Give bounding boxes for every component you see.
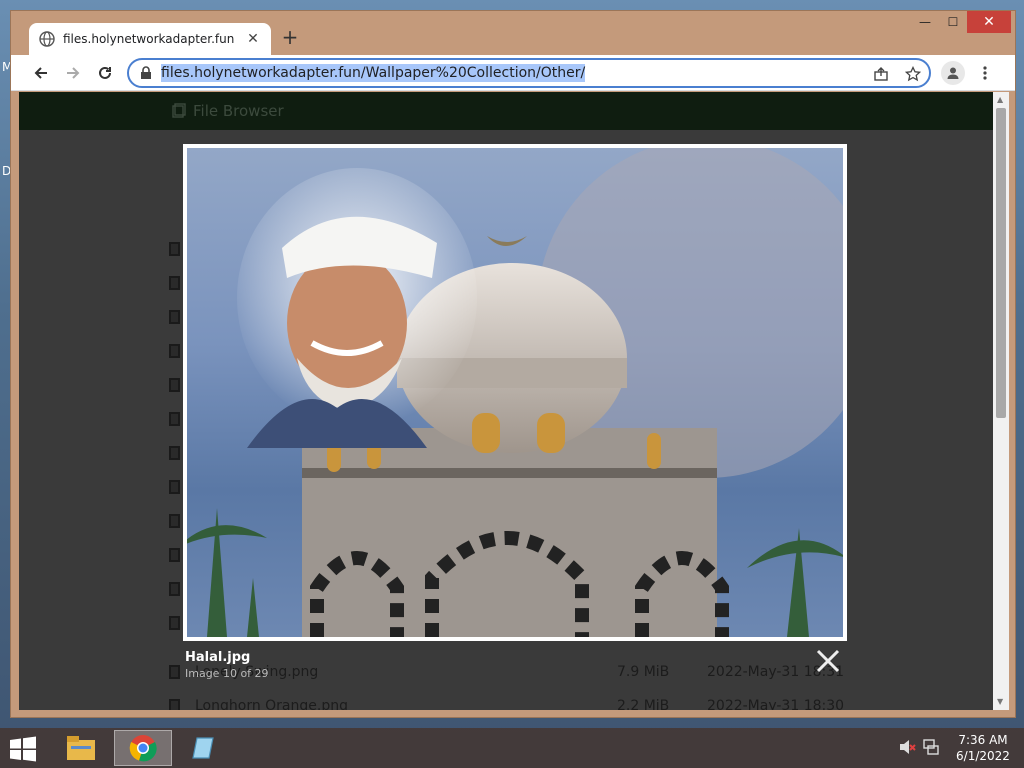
vertical-scrollbar[interactable]: ▲ ▼	[993, 92, 1009, 710]
browser-window: files.holynetworkadapter.fun ✕ + — ☐ ✕ f…	[10, 10, 1016, 718]
new-tab-button[interactable]: +	[277, 25, 303, 51]
forward-button[interactable]	[61, 61, 85, 85]
close-icon[interactable]	[815, 648, 841, 674]
app-header: File Browser	[19, 92, 993, 130]
globe-icon	[39, 31, 55, 47]
file-icon	[169, 480, 180, 494]
file-size: 7.9 MiB	[617, 664, 670, 680]
star-icon[interactable]	[903, 64, 923, 84]
taskbar-chrome[interactable]	[114, 730, 172, 766]
scroll-down-icon[interactable]: ▼	[997, 698, 1005, 706]
minimize-button[interactable]: —	[911, 11, 939, 33]
arrow-right-icon	[67, 67, 80, 79]
tab-close-icon[interactable]: ✕	[245, 31, 261, 47]
file-size: 2.2 MiB	[617, 698, 670, 710]
taskbar: 7:36 AM 6/1/2022	[0, 728, 1024, 768]
file-row[interactable]: Longhorn Orange.png 2.2 MiB 2022-May-31 …	[169, 696, 869, 710]
reload-icon	[99, 66, 111, 79]
back-button[interactable]	[29, 61, 53, 85]
file-icon	[169, 446, 180, 460]
menu-button[interactable]	[973, 61, 997, 85]
network-icon[interactable]	[922, 738, 940, 756]
folder-icon	[67, 736, 95, 760]
file-icon	[169, 310, 180, 324]
share-icon[interactable]	[871, 64, 891, 84]
lightbox-image-frame	[183, 144, 847, 641]
volume-muted-icon[interactable]	[898, 738, 916, 756]
scrollbar-thumb[interactable]	[996, 108, 1006, 418]
taskbar-file-explorer[interactable]	[52, 730, 110, 766]
system-clock[interactable]: 7:36 AM 6/1/2022	[948, 732, 1018, 764]
file-date: 2022-May-31 18:30	[707, 698, 845, 710]
lock-icon	[141, 66, 151, 79]
scroll-up-icon[interactable]: ▲	[997, 96, 1005, 104]
image-title: Halal.jpg	[185, 650, 251, 665]
file-icon	[169, 582, 180, 596]
clock-date: 6/1/2022	[956, 749, 1010, 763]
image-file-icon	[169, 665, 180, 679]
reload-button[interactable]	[93, 61, 117, 85]
file-name: Longhorn Orange.png	[195, 698, 348, 710]
file-browser-icon	[172, 103, 186, 118]
app-title: File Browser	[193, 102, 284, 120]
file-icon	[169, 548, 180, 562]
lightbox-image[interactable]	[187, 148, 843, 637]
wallpaper-illustration	[187, 148, 843, 637]
image-file-icon	[169, 699, 180, 710]
image-counter: Image 10 of 29	[185, 667, 269, 680]
file-icon	[169, 242, 180, 256]
kebab-menu-icon	[983, 66, 987, 80]
person-icon	[947, 67, 959, 79]
lightbox-caption: Halal.jpg Image 10 of 29	[185, 650, 269, 680]
taskbar-notepad[interactable]	[176, 730, 234, 766]
file-icon	[169, 344, 180, 358]
close-window-button[interactable]: ✕	[967, 11, 1011, 33]
file-icon	[169, 378, 180, 392]
url-text[interactable]: files.holynetworkadapter.fun/Wallpaper%2…	[161, 64, 586, 82]
address-bar[interactable]: files.holynetworkadapter.fun/Wallpaper%2…	[127, 58, 931, 88]
browser-tab[interactable]: files.holynetworkadapter.fun ✕	[29, 23, 271, 55]
file-icon	[169, 412, 180, 426]
file-row[interactable]: Lonely Swing.png 7.9 MiB 2022-May-31 18:…	[169, 662, 869, 684]
notepad-icon	[192, 737, 214, 759]
file-icon	[169, 616, 180, 630]
profile-avatar[interactable]	[941, 61, 965, 85]
chrome-icon	[129, 735, 157, 762]
page-viewport: File Browser 6 9 8 7 6 0 5 6 Lonely Swin…	[19, 92, 993, 710]
tab-title: files.holynetworkadapter.fun	[63, 32, 235, 46]
maximize-button[interactable]: ☐	[939, 11, 967, 33]
arrow-left-icon	[34, 67, 47, 79]
clock-time: 7:36 AM	[958, 733, 1008, 747]
file-icon	[169, 514, 180, 528]
title-bar: files.holynetworkadapter.fun ✕ + — ☐ ✕	[11, 11, 1015, 55]
windows-start-icon[interactable]	[8, 736, 38, 762]
browser-toolbar: files.holynetworkadapter.fun/Wallpaper%2…	[11, 55, 1015, 91]
file-icon	[169, 276, 180, 290]
